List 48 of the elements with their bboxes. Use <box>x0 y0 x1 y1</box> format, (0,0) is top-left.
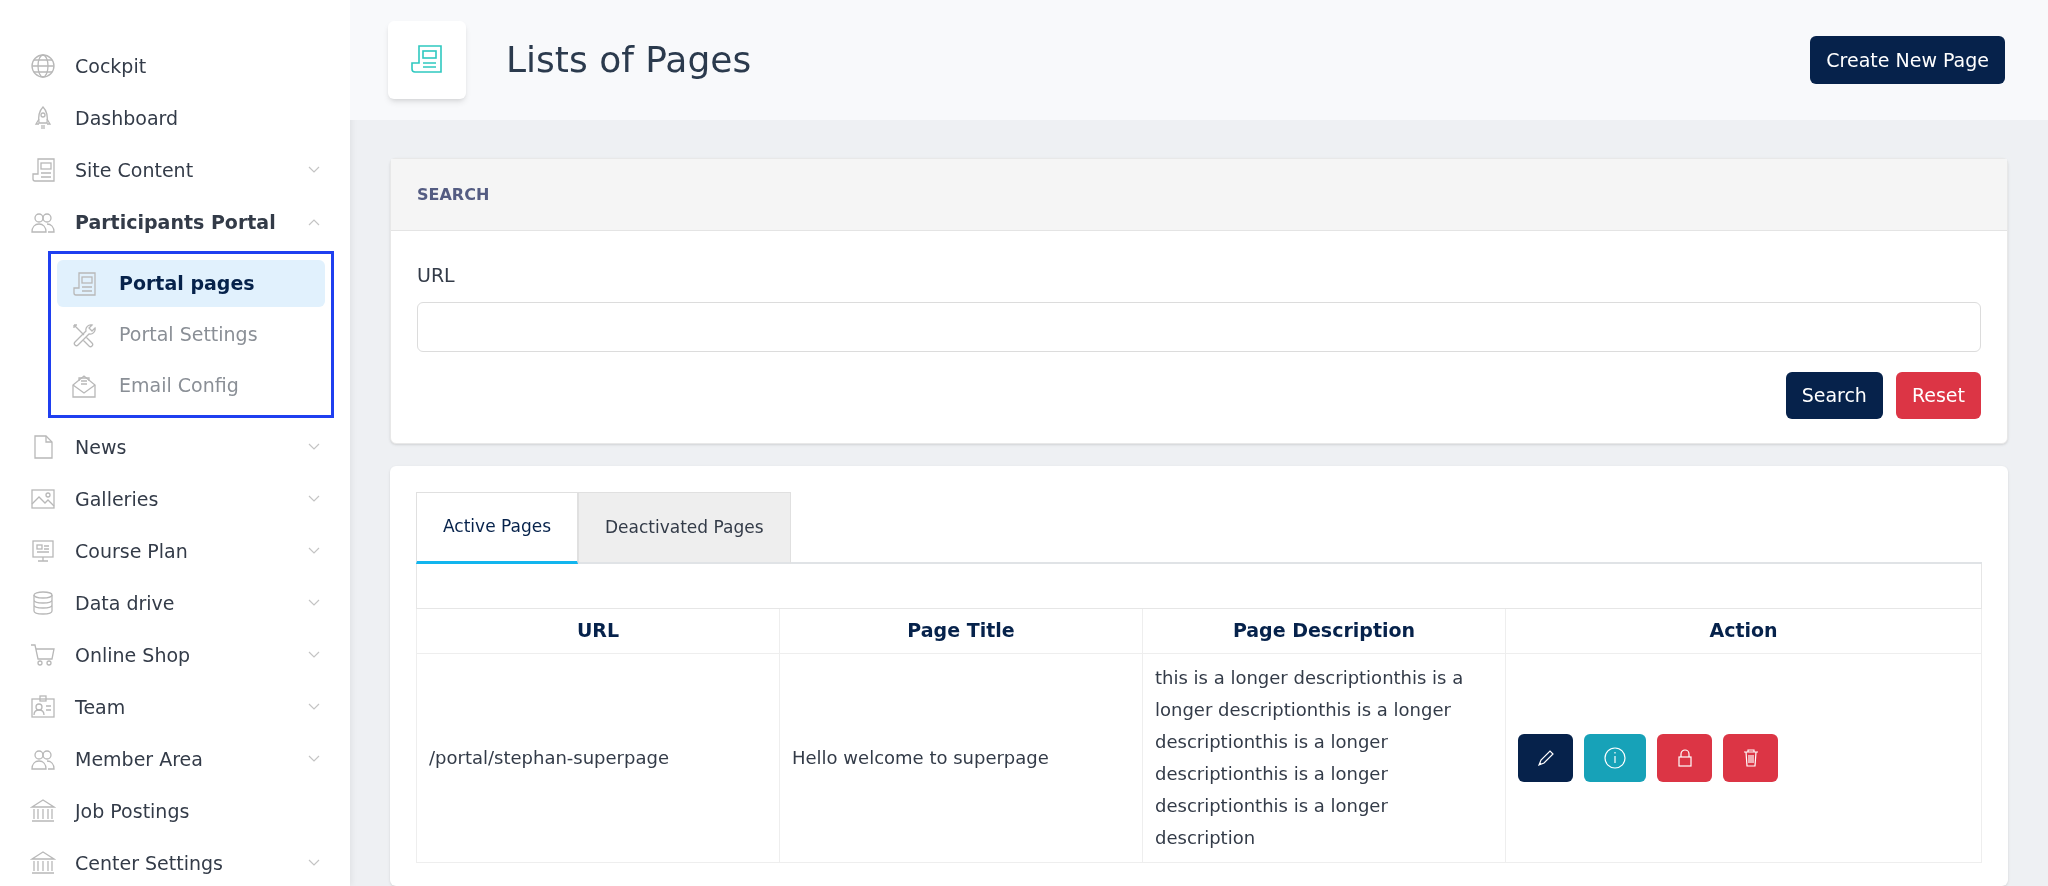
tab[interactable]: Deactivated Pages <box>578 492 791 564</box>
edit-button[interactable] <box>1518 733 1573 782</box>
sidebar-item[interactable]: Course Plan <box>30 525 330 577</box>
sidebar-item[interactable]: Online Shop <box>30 629 330 681</box>
sidebar-item[interactable]: News <box>30 421 330 473</box>
search-button[interactable]: Search <box>1785 371 1883 419</box>
sidebar-item[interactable]: Data drive <box>30 577 330 629</box>
sidebar-item[interactable]: Dashboard <box>30 92 330 144</box>
column-header: URL <box>416 608 780 653</box>
lock-button[interactable] <box>1657 733 1712 782</box>
monitor-icon <box>30 538 56 564</box>
sidebar-item[interactable]: Job Postings <box>30 785 330 837</box>
table-cell: /portal/stephan-superpage <box>416 653 780 862</box>
tools-icon <box>71 321 97 348</box>
create-page-button[interactable]: Create New Page <box>1810 36 2005 84</box>
database-icon <box>30 590 56 616</box>
info-button[interactable] <box>1584 733 1646 782</box>
tab[interactable]: Active Pages <box>416 492 578 564</box>
sidebar-item[interactable]: Galleries <box>30 473 330 525</box>
field-label: URL <box>417 263 456 288</box>
page-title: Lists of Pages <box>506 38 753 82</box>
sidebar-item[interactable]: Cockpit <box>30 40 330 92</box>
url-input-field[interactable] <box>417 301 1981 352</box>
bank-icon <box>30 798 56 824</box>
card-header: SEARCH <box>391 159 2007 231</box>
cart-icon <box>30 642 56 668</box>
id-card-icon <box>30 694 56 720</box>
document-icon <box>30 157 56 183</box>
sidebar-item[interactable]: Site Content <box>30 144 330 196</box>
sidebar-item[interactable]: Team <box>30 681 330 733</box>
column-header: Page Description <box>1142 608 1506 653</box>
column-header: Action <box>1505 608 1982 653</box>
bank-icon <box>30 850 56 876</box>
image-icon <box>30 486 56 512</box>
column-header: Page Title <box>779 608 1143 653</box>
lock-icon <box>1676 747 1693 768</box>
trash-icon <box>1741 747 1760 768</box>
delete-button[interactable] <box>1723 733 1778 782</box>
document-icon <box>71 270 97 297</box>
reset-button[interactable]: Reset <box>1895 371 1981 419</box>
table-cell: this is a longer descriptionthis is a longer descriptionthis is a longer descriptionthis is a longer descriptionthis is a longer descriptionthis is a longer description <box>1142 653 1506 862</box>
sidebar-item[interactable]: Participants Portal <box>30 196 330 248</box>
info-icon <box>1603 745 1627 770</box>
globe-icon <box>30 53 56 79</box>
submenu-item[interactable]: Portal pages <box>57 260 325 307</box>
table-cell: Hello welcome to superpage <box>779 653 1143 862</box>
sidebar-item[interactable]: Center Settings <box>30 837 330 886</box>
sidebar-item[interactable]: Member Area <box>30 733 330 785</box>
